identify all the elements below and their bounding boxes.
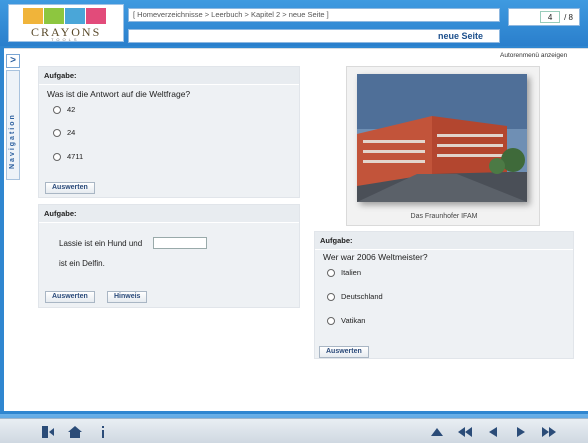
option-row[interactable]: 42 xyxy=(53,105,75,114)
task-title: Aufgabe: xyxy=(39,67,299,85)
option-label: 4711 xyxy=(67,152,84,161)
task-title: Aufgabe: xyxy=(315,232,573,250)
up-icon[interactable] xyxy=(428,423,446,441)
radio-button[interactable] xyxy=(53,152,61,161)
option-label: 42 xyxy=(67,105,76,114)
evaluate-button[interactable]: Auswerten xyxy=(45,291,95,303)
info-icon[interactable] xyxy=(94,423,112,441)
page-number-input[interactable]: 4 xyxy=(540,11,561,23)
cloze-text-before: Lassie ist ein Hund und xyxy=(59,239,143,248)
option-row[interactable]: 24 xyxy=(53,128,75,137)
radio-button[interactable] xyxy=(327,292,335,301)
header: CRAYONS TOOLS [ Homeverzeichnisse > Leer… xyxy=(0,0,588,46)
page-total: / 8 xyxy=(564,12,573,22)
option-row[interactable]: Italien xyxy=(327,268,361,277)
task-question: Wer war 2006 Weltmeister? xyxy=(323,252,428,262)
option-label: Deutschland xyxy=(341,292,383,301)
radio-button[interactable] xyxy=(53,105,61,114)
author-menu-link[interactable]: Autorenmenü anzeigen xyxy=(500,52,567,59)
task-title: Aufgabe: xyxy=(39,205,299,223)
option-row[interactable]: 4711 xyxy=(53,152,83,161)
prev-icon[interactable] xyxy=(484,423,502,441)
radio-button[interactable] xyxy=(53,128,61,137)
option-row[interactable]: Deutschland xyxy=(327,292,383,301)
evaluate-button[interactable]: Auswerten xyxy=(319,346,369,358)
page-counter: 4 / 8 xyxy=(508,8,580,26)
exit-icon[interactable] xyxy=(40,423,58,441)
image-card: Das Fraunhofer IFAM xyxy=(346,66,540,226)
first-icon[interactable] xyxy=(456,423,474,441)
logo-squares xyxy=(23,8,107,24)
task-question: Was ist die Antwort auf die Weltfrage? xyxy=(47,89,191,99)
cloze-input[interactable] xyxy=(153,237,207,249)
radio-button[interactable] xyxy=(327,316,335,325)
nav-toggle-button[interactable]: > xyxy=(6,54,20,68)
option-label: Vatikan xyxy=(341,316,366,325)
last-icon[interactable] xyxy=(540,423,558,441)
task-panel-1: Aufgabe: Was ist die Antwort auf die Wel… xyxy=(38,66,300,198)
image-caption: Das Fraunhofer IFAM xyxy=(410,213,478,220)
footer xyxy=(0,414,588,443)
logo-subtext: TOOLS xyxy=(51,37,80,42)
logo: CRAYONS TOOLS xyxy=(8,4,124,42)
footer-toolbar xyxy=(0,418,588,443)
option-label: Italien xyxy=(341,268,362,277)
evaluate-button[interactable]: Auswerten xyxy=(45,182,95,194)
page-title: neue Seite xyxy=(128,29,500,43)
navigation-tab[interactable]: Navigation xyxy=(6,70,20,180)
next-icon[interactable] xyxy=(512,423,530,441)
option-row[interactable]: Vatikan xyxy=(327,316,365,325)
building-photo xyxy=(357,74,527,202)
navigation-label: Navigation xyxy=(9,113,16,169)
cloze-text-after: ist ein Delfin. xyxy=(59,259,105,268)
radio-button[interactable] xyxy=(327,268,335,277)
hint-button[interactable]: Hinweis xyxy=(107,291,148,303)
breadcrumb[interactable]: [ Homeverzeichnisse > Leerbuch > Kapitel… xyxy=(128,8,500,22)
option-label: 24 xyxy=(67,128,76,137)
home-icon[interactable] xyxy=(66,423,84,441)
task-panel-2: Aufgabe: Lassie ist ein Hund und ist ein… xyxy=(38,204,300,308)
task-panel-3: Aufgabe: Wer war 2006 Weltmeister? Itali… xyxy=(314,231,574,359)
